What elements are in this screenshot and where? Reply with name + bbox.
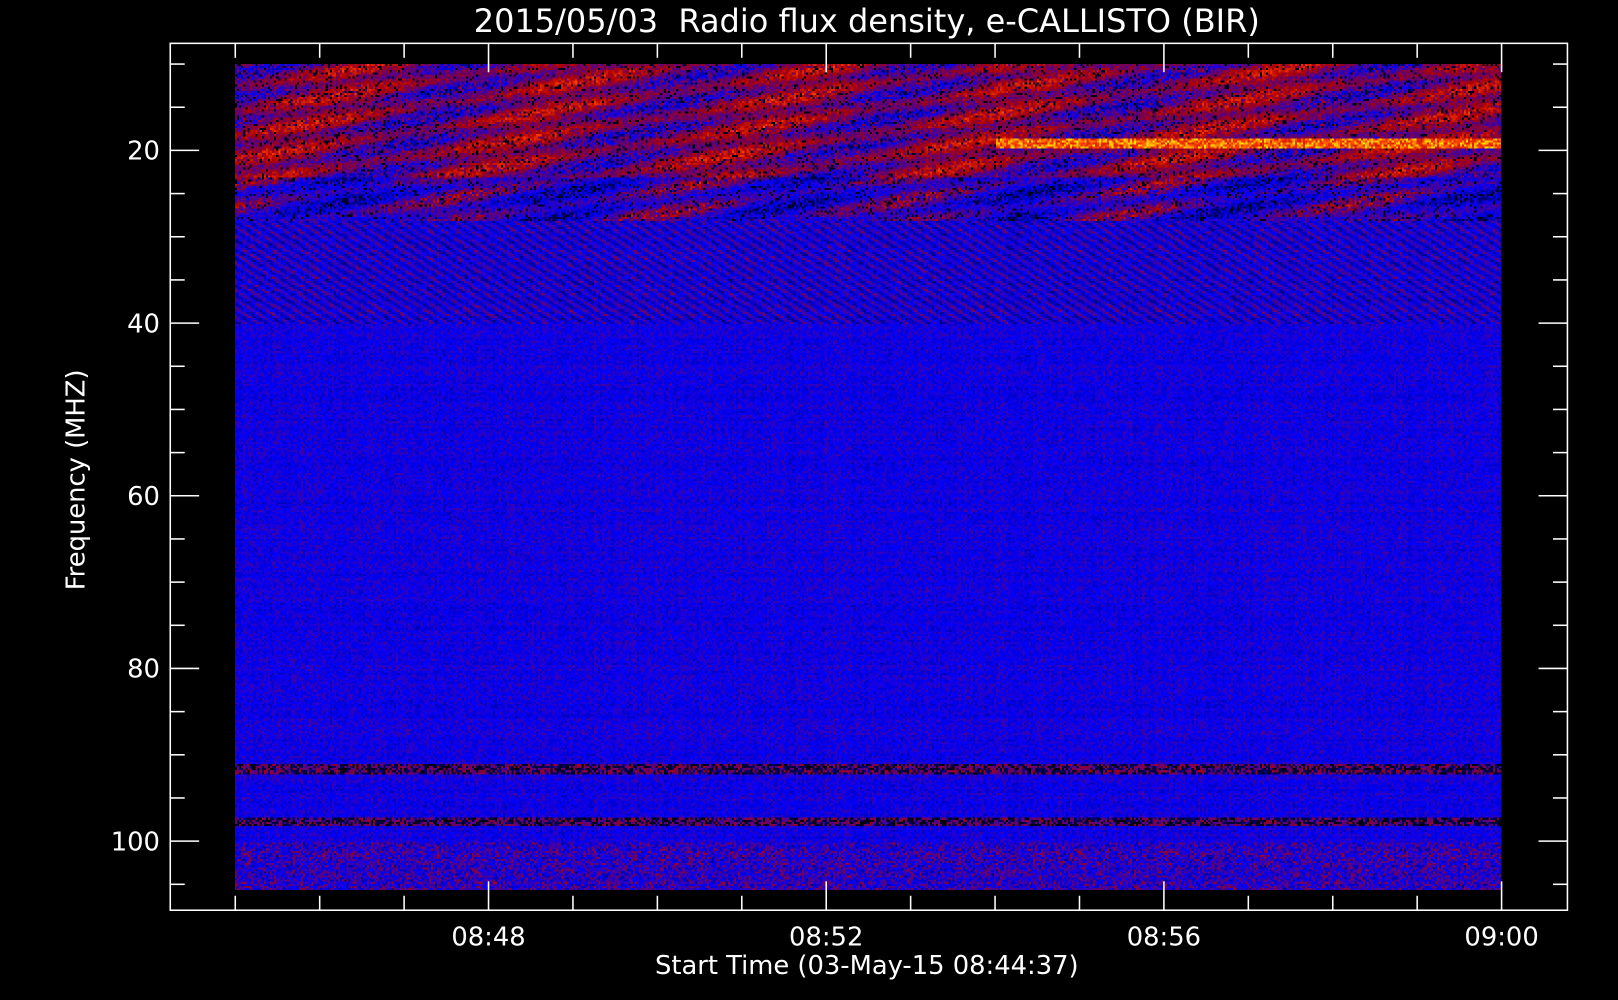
x-tick-label: 08:48 [451, 922, 525, 952]
y-tick-label: 20 [127, 137, 160, 167]
plot-frame [169, 42, 1569, 911]
y-tick-label: 40 [127, 309, 160, 339]
chart: 2015/05/03 Radio flux density, e-CALLIST… [62, 2, 1569, 981]
chart-title: 2015/05/03 Radio flux density, e-CALLIST… [474, 2, 1260, 40]
x-axis-label: Start Time (03-May-15 08:44:37) [655, 951, 1079, 981]
y-axis-label: Frequency (MHZ) [62, 369, 92, 590]
x-tick-label: 08:56 [1127, 922, 1201, 952]
y-tick-label: 80 [127, 655, 160, 685]
y-tick-label: 100 [111, 827, 160, 857]
x-tick-label: 08:52 [789, 922, 863, 952]
x-tick-label: 09:00 [1464, 922, 1538, 952]
y-tick-label: 60 [127, 482, 160, 512]
